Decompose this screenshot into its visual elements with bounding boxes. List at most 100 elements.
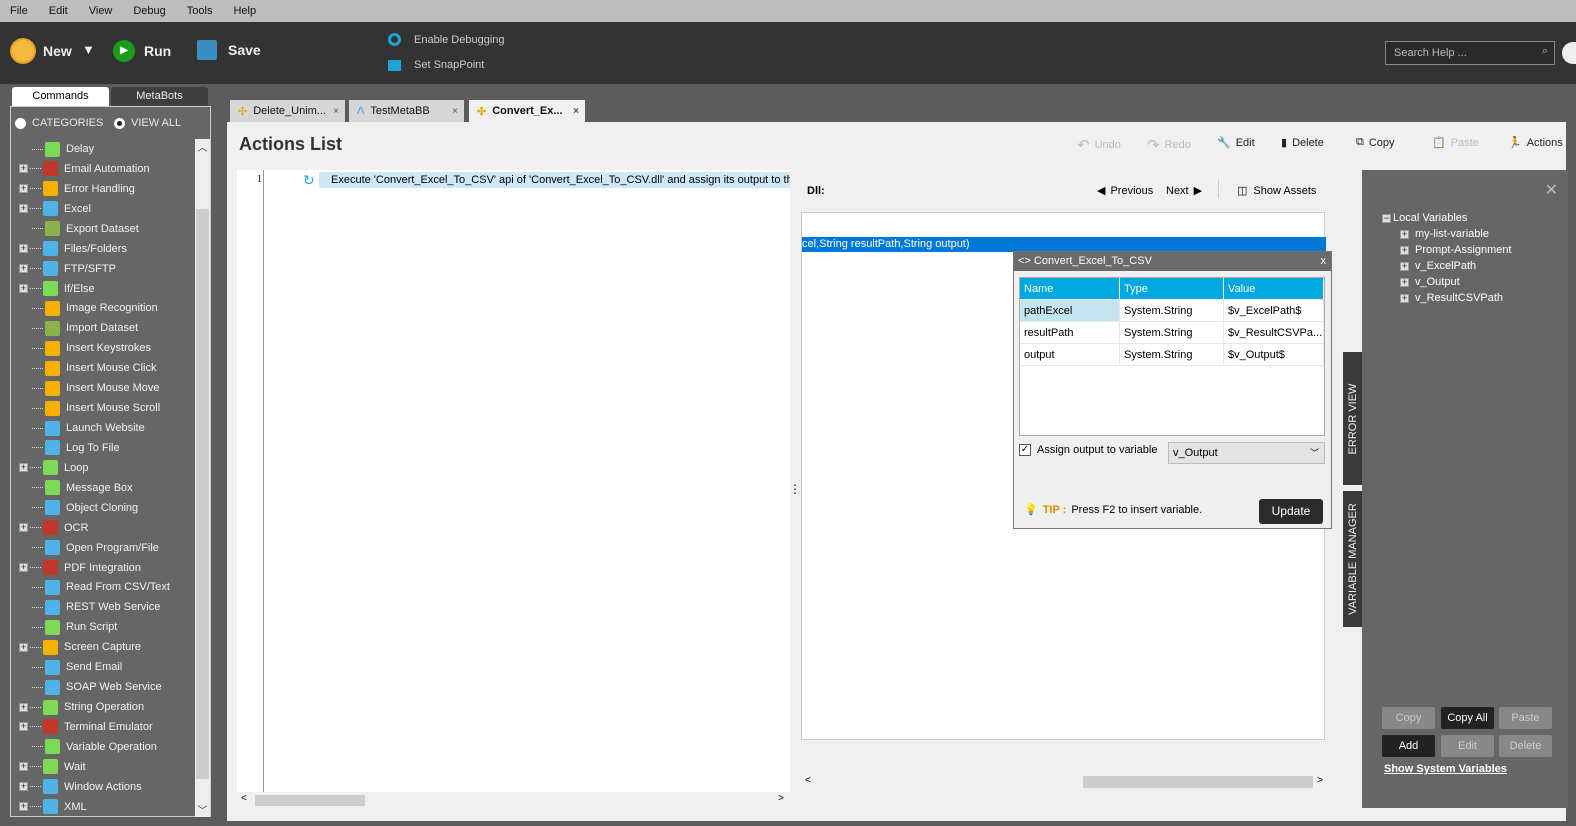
command-item[interactable]: + String Operation bbox=[19, 697, 144, 717]
menu-help[interactable]: Help bbox=[233, 5, 256, 17]
menu-file[interactable]: File bbox=[10, 5, 28, 17]
expand-icon[interactable]: + bbox=[19, 762, 28, 772]
save-button[interactable]: Save bbox=[197, 40, 261, 60]
tab-convert-excel[interactable]: ✣ Convert_Ex... × bbox=[469, 100, 585, 122]
command-item[interactable]: Insert Keystrokes bbox=[19, 338, 151, 358]
expand-icon[interactable]: + bbox=[19, 463, 28, 473]
set-snappoint-button[interactable]: Set SnapPoint bbox=[388, 59, 484, 71]
expand-icon[interactable]: + bbox=[19, 264, 28, 274]
command-item[interactable]: Open Program/File bbox=[19, 538, 159, 558]
command-item[interactable]: Run Script bbox=[19, 617, 117, 637]
variable-item[interactable]: + my-list-variable bbox=[1400, 228, 1489, 240]
command-item[interactable]: + Wait bbox=[19, 757, 86, 777]
expand-icon[interactable]: + bbox=[19, 642, 28, 652]
expand-icon[interactable]: + bbox=[19, 702, 28, 712]
variable-item[interactable]: + v_Output bbox=[1400, 276, 1460, 288]
expand-icon[interactable]: + bbox=[19, 184, 28, 194]
search-help-input[interactable]: Search Help ... ⌕ bbox=[1385, 41, 1555, 65]
scroll-down-icon[interactable]: ﹀ bbox=[195, 802, 210, 817]
expand-icon[interactable]: + bbox=[1400, 261, 1409, 271]
update-button[interactable]: Update bbox=[1259, 499, 1323, 524]
menu-edit[interactable]: Edit bbox=[49, 5, 68, 17]
close-icon[interactable]: × bbox=[573, 106, 579, 117]
next-button[interactable]: Next ▶ bbox=[1166, 184, 1202, 198]
dll-hscrollbar[interactable]: < > bbox=[801, 772, 1325, 792]
output-variable-select[interactable]: v_Output ﹀ bbox=[1168, 442, 1325, 464]
close-icon[interactable]: × bbox=[333, 106, 339, 117]
table-row[interactable]: resultPath System.String $v_ResultCSVPa... bbox=[1020, 322, 1324, 344]
command-item[interactable]: Read From CSV/Text bbox=[19, 577, 170, 597]
paste-button[interactable]: 📋 Paste bbox=[1432, 136, 1479, 150]
expand-icon[interactable]: + bbox=[1400, 229, 1409, 239]
command-item[interactable]: + Loop bbox=[19, 458, 88, 478]
command-item[interactable]: REST Web Service bbox=[19, 597, 160, 617]
tab-testmetabb[interactable]: Λ TestMetaBB × bbox=[349, 100, 464, 122]
local-variables-node[interactable]: − Local Variables bbox=[1382, 212, 1467, 224]
command-item[interactable]: Insert Mouse Scroll bbox=[19, 398, 160, 418]
expand-icon[interactable]: + bbox=[19, 523, 28, 533]
command-item[interactable]: Insert Mouse Move bbox=[19, 378, 160, 398]
expand-icon[interactable]: + bbox=[19, 204, 28, 214]
expand-icon[interactable]: + bbox=[19, 802, 28, 812]
command-item[interactable]: + OCR bbox=[19, 518, 88, 538]
command-item[interactable]: Object Cloning bbox=[19, 498, 138, 518]
add-variable-button[interactable]: Add bbox=[1382, 735, 1435, 757]
delete-button[interactable]: ▮ Delete bbox=[1281, 136, 1324, 150]
scroll-thumb[interactable] bbox=[196, 209, 209, 779]
command-item[interactable]: + Terminal Emulator bbox=[19, 717, 153, 737]
action-line[interactable]: Execute 'Convert_Excel_To_CSV' api of 'C… bbox=[319, 172, 790, 188]
command-item[interactable]: + XML bbox=[19, 797, 87, 817]
expand-icon[interactable]: + bbox=[19, 722, 28, 732]
variable-item[interactable]: + v_ExcelPath bbox=[1400, 260, 1476, 272]
command-item[interactable]: Export Dataset bbox=[19, 219, 139, 239]
assign-output-checkbox[interactable]: ✓ Assign output to variable bbox=[1019, 444, 1157, 456]
method-signature-row[interactable]: cel,String resultPath,String output) bbox=[802, 237, 1326, 252]
table-row[interactable]: output System.String $v_Output$ bbox=[1020, 344, 1324, 366]
view-all-radio[interactable]: VIEW ALL bbox=[114, 117, 181, 129]
previous-button[interactable]: ◀ Previous bbox=[1097, 184, 1153, 198]
copy-all-button[interactable]: Copy All bbox=[1441, 707, 1494, 729]
tab-commands[interactable]: Commands bbox=[12, 87, 109, 106]
new-button[interactable]: New bbox=[12, 40, 72, 62]
variable-item[interactable]: + Prompt-Assignment bbox=[1400, 244, 1512, 256]
actions-button[interactable]: 🏃 Actions bbox=[1508, 136, 1563, 150]
enable-debugging-toggle[interactable]: Enable Debugging bbox=[388, 33, 505, 46]
command-item[interactable]: + Window Actions bbox=[19, 777, 142, 797]
command-item[interactable]: + Excel bbox=[19, 199, 91, 219]
command-item[interactable]: Send Email bbox=[19, 657, 122, 677]
command-scrollbar[interactable]: ︿ ﹀ bbox=[195, 139, 210, 817]
paste-variable-button[interactable]: Paste bbox=[1499, 707, 1552, 729]
command-item[interactable]: Variable Operation bbox=[19, 737, 157, 757]
tab-variable-manager[interactable]: VARIABLE MANAGER bbox=[1343, 491, 1362, 627]
redo-button[interactable]: ↷ Redo bbox=[1147, 136, 1191, 154]
command-item[interactable]: Message Box bbox=[19, 478, 133, 498]
expand-icon[interactable]: + bbox=[19, 563, 28, 573]
copy-button[interactable]: ⧉ Copy bbox=[1356, 136, 1395, 149]
copy-variable-button[interactable]: Copy bbox=[1382, 707, 1435, 729]
command-item[interactable]: + FTP/SFTP bbox=[19, 259, 116, 279]
menu-view[interactable]: View bbox=[89, 5, 113, 17]
undo-button[interactable]: ↶ Undo bbox=[1077, 136, 1121, 154]
command-item[interactable]: Image Recognition bbox=[19, 298, 158, 318]
expand-icon[interactable]: + bbox=[1400, 277, 1409, 287]
editor-hscrollbar[interactable]: < > bbox=[237, 792, 790, 808]
close-icon[interactable]: ✕ bbox=[1545, 180, 1558, 200]
command-item[interactable]: Delay bbox=[19, 139, 94, 159]
expand-icon[interactable]: + bbox=[19, 164, 28, 174]
expand-icon[interactable]: + bbox=[1400, 293, 1409, 303]
close-icon[interactable]: × bbox=[452, 106, 458, 117]
command-item[interactable]: + Email Automation bbox=[19, 159, 150, 179]
command-item[interactable]: SOAP Web Service bbox=[19, 677, 162, 697]
table-row[interactable]: pathExcel System.String $v_ExcelPath$ bbox=[1020, 300, 1324, 322]
edit-button[interactable]: 🔧 Edit bbox=[1217, 136, 1255, 150]
show-assets-button[interactable]: ◫ Show Assets bbox=[1237, 184, 1316, 198]
expand-icon[interactable]: + bbox=[19, 284, 28, 293]
command-item[interactable]: + Error Handling bbox=[19, 179, 135, 199]
menu-debug[interactable]: Debug bbox=[133, 5, 165, 17]
command-item[interactable]: + PDF Integration bbox=[19, 558, 141, 578]
delete-variable-button[interactable]: Delete bbox=[1499, 735, 1552, 757]
command-item[interactable]: Log To File bbox=[19, 438, 120, 458]
command-item[interactable]: Import Dataset bbox=[19, 318, 138, 338]
command-item[interactable]: + Files/Folders bbox=[19, 239, 127, 259]
tab-error-view[interactable]: ERROR VIEW bbox=[1343, 352, 1362, 485]
